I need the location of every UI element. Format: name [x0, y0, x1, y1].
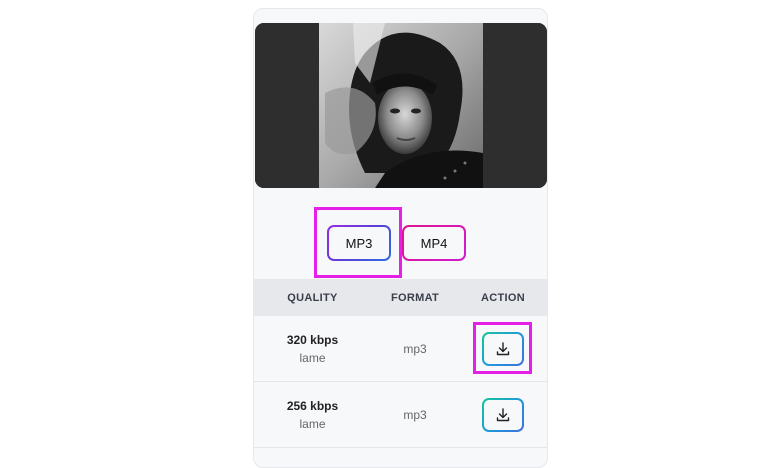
- download-icon: [496, 407, 510, 421]
- quality-cell: 320 kbps lame: [254, 331, 371, 367]
- format-button-mp4[interactable]: MP4: [402, 225, 466, 261]
- download-button[interactable]: [482, 332, 524, 366]
- table-row: 256 kbps lame mp3: [254, 382, 547, 448]
- quality-bitrate: 256 kbps: [286, 398, 339, 413]
- quality-codec: lame: [299, 416, 326, 431]
- download-card: MP3 MP4 QUALITY FORMAT ACTION 320 kbps l…: [253, 8, 548, 468]
- table-header: QUALITY FORMAT ACTION: [254, 279, 547, 316]
- quality-cell: 256 kbps lame: [254, 397, 371, 433]
- action-cell: [459, 398, 547, 432]
- header-action: ACTION: [481, 291, 525, 304]
- format-button-mp3[interactable]: MP3: [327, 225, 391, 261]
- video-thumbnail: [255, 23, 547, 188]
- download-icon: [496, 341, 510, 355]
- header-quality: QUALITY: [287, 291, 338, 304]
- table-row: 320 kbps lame mp3: [254, 316, 547, 382]
- format-cell: mp3: [403, 341, 427, 356]
- download-button[interactable]: [482, 398, 524, 432]
- format-cell: mp3: [403, 407, 427, 422]
- quality-codec: lame: [299, 350, 326, 365]
- action-cell: [459, 332, 547, 366]
- header-format: FORMAT: [390, 291, 440, 304]
- thumbnail-image: [255, 23, 547, 188]
- quality-bitrate: 320 kbps: [286, 332, 339, 347]
